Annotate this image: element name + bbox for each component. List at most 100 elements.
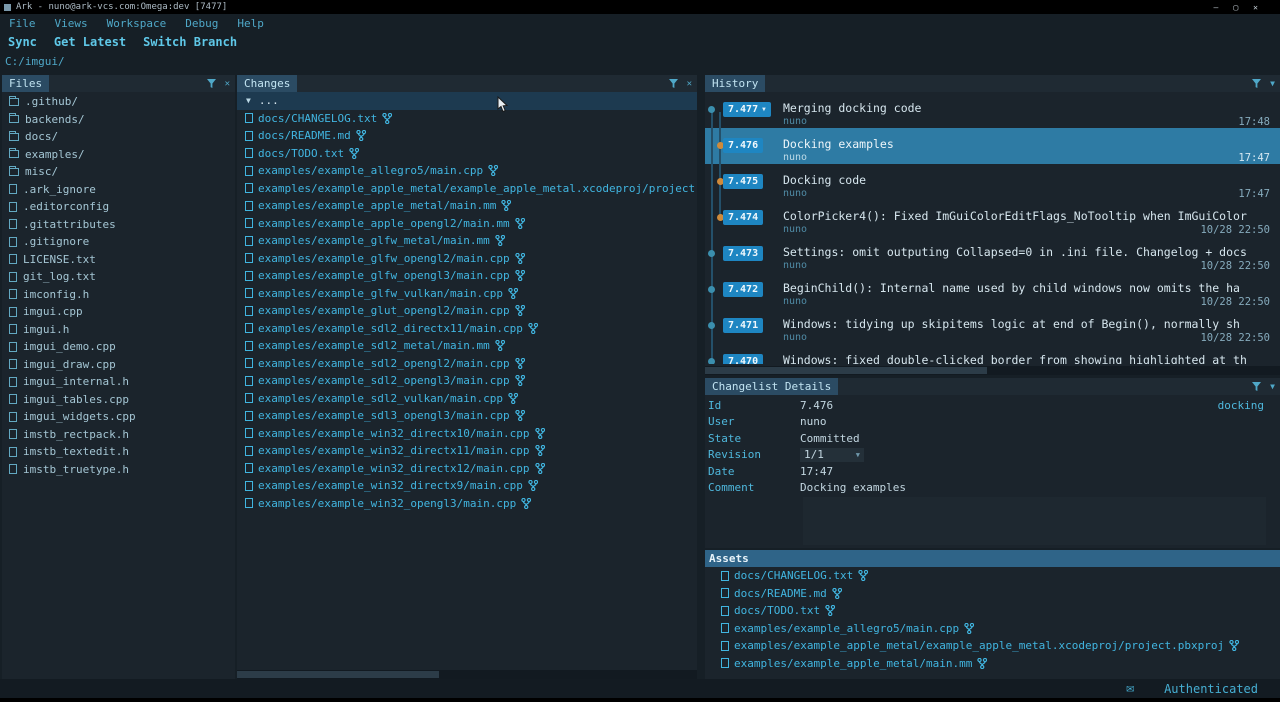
file-tree-item[interactable]: .github/ <box>2 93 235 111</box>
asset-row[interactable]: examples/example_apple_metal/example_app… <box>705 637 1280 655</box>
changed-file-row[interactable]: examples/example_sdl2_directx11/main.cpp <box>237 320 697 338</box>
changed-file-row[interactable]: examples/example_glut_opengl2/main.cpp <box>237 302 697 320</box>
file-tree-item[interactable]: imconfig.h <box>2 286 235 304</box>
menu-item-workspace[interactable]: Workspace <box>107 17 167 30</box>
changed-file-row[interactable]: examples/example_win32_directx10/main.cp… <box>237 425 697 443</box>
file-tree-item[interactable]: imstb_truetype.h <box>2 461 235 479</box>
chevron-down-icon[interactable]: ▼ <box>762 106 766 113</box>
close-icon[interactable]: ✕ <box>687 79 692 89</box>
history-row[interactable]: 7.476 Docking examples nuno 17:47 <box>705 128 1280 164</box>
changeset-badge[interactable]: 7.470 <box>723 354 763 364</box>
file-tree-item[interactable]: imgui_demo.cpp <box>2 338 235 356</box>
menu-item-help[interactable]: Help <box>237 17 264 30</box>
asset-row[interactable]: examples/example_allegro5/main.cpp <box>705 620 1280 638</box>
file-tree-item[interactable]: imgui.cpp <box>2 303 235 321</box>
changed-file-row[interactable]: examples/example_glfw_opengl3/main.cpp <box>237 267 697 285</box>
file-tree-item[interactable]: .editorconfig <box>2 198 235 216</box>
history-row[interactable]: 7.472 BeginChild(): Internal name used b… <box>705 272 1280 308</box>
changeset-badge[interactable]: 7.472 <box>723 282 763 297</box>
collapse-arrow-icon[interactable]: ▼ <box>246 96 251 105</box>
file-tree-item[interactable]: LICENSE.txt <box>2 251 235 269</box>
toolbar-get-latest[interactable]: Get Latest <box>54 35 126 49</box>
menu-item-views[interactable]: Views <box>55 17 88 30</box>
history-row[interactable]: 7.474 ColorPicker4(): Fixed ImGuiColorEd… <box>705 200 1280 236</box>
changed-file-row[interactable]: examples/example_apple_opengl2/main.mm <box>237 215 697 233</box>
history-row[interactable]: 7.473 Settings: omit outputing Collapsed… <box>705 236 1280 272</box>
revision-select[interactable]: 1/1▼ <box>800 448 864 462</box>
changed-file-row[interactable]: docs/README.md <box>237 127 697 145</box>
changed-file-row[interactable]: examples/example_sdl3_opengl3/main.cpp <box>237 407 697 425</box>
changed-file-row[interactable]: examples/example_sdl2_opengl2/main.cpp <box>237 355 697 373</box>
file-tree-item[interactable]: imgui_widgets.cpp <box>2 408 235 426</box>
filter-icon[interactable] <box>1252 79 1261 88</box>
asset-row[interactable]: docs/README.md <box>705 585 1280 603</box>
asset-row[interactable]: docs/TODO.txt <box>705 602 1280 620</box>
changeset-badge[interactable]: 7.476 <box>723 138 763 153</box>
chevron-down-icon[interactable]: ▼ <box>1270 382 1275 391</box>
file-tree-item[interactable]: imgui.h <box>2 321 235 339</box>
file-tree-item[interactable]: imgui_draw.cpp <box>2 356 235 374</box>
file-tree-item[interactable]: .gitattributes <box>2 216 235 234</box>
changed-file-row[interactable]: examples/example_win32_opengl3/main.cpp <box>237 495 697 513</box>
file-tree-item[interactable]: misc/ <box>2 163 235 181</box>
files-panel-title[interactable]: Files <box>2 75 49 92</box>
changed-file-row[interactable]: examples/example_glfw_metal/main.mm <box>237 232 697 250</box>
mail-icon[interactable]: ✉ <box>1126 681 1134 696</box>
file-tree-item[interactable]: imstb_rectpack.h <box>2 426 235 444</box>
changed-file-row[interactable]: examples/example_apple_metal/example_app… <box>237 180 697 198</box>
file-tree-item[interactable]: backends/ <box>2 111 235 129</box>
chevron-down-icon[interactable]: ▼ <box>856 451 860 459</box>
comment-box[interactable] <box>803 497 1266 545</box>
file-tree-item[interactable]: imgui_tables.cpp <box>2 391 235 409</box>
changes-panel-title[interactable]: Changes <box>237 75 297 92</box>
changed-file-row[interactable]: examples/example_sdl2_opengl3/main.cpp <box>237 372 697 390</box>
close-icon[interactable]: ✕ <box>225 79 230 89</box>
toolbar-sync[interactable]: Sync <box>8 35 37 49</box>
filter-icon[interactable] <box>669 79 678 88</box>
asset-row[interactable]: examples/example_apple_metal/main.mm <box>705 655 1280 673</box>
file-tree-item[interactable]: git_log.txt <box>2 268 235 286</box>
details-panel-title[interactable]: Changelist Details <box>705 378 838 395</box>
file-tree-item[interactable]: imgui_internal.h <box>2 373 235 391</box>
horizontal-scrollbar[interactable] <box>237 670 697 679</box>
toolbar-switch-branch[interactable]: Switch Branch <box>143 35 237 49</box>
history-panel-title[interactable]: History <box>705 75 765 92</box>
changes-root-row[interactable]: ▼ ... <box>237 92 697 110</box>
changeset-badge[interactable]: 7.475 <box>723 174 763 189</box>
history-row[interactable]: 7.475 Docking code nuno 17:47 <box>705 164 1280 200</box>
changed-file-row[interactable]: examples/example_apple_metal/main.mm <box>237 197 697 215</box>
changed-file-row[interactable]: examples/example_win32_directx9/main.cpp <box>237 477 697 495</box>
scrollbar-thumb[interactable] <box>237 671 439 678</box>
changeset-badge[interactable]: 7.471 <box>723 318 763 333</box>
menu-item-debug[interactable]: Debug <box>185 17 218 30</box>
file-tree-item[interactable]: docs/ <box>2 128 235 146</box>
changeset-badge[interactable]: 7.473 <box>723 246 763 261</box>
menu-item-file[interactable]: File <box>9 17 36 30</box>
changed-file-row[interactable]: docs/TODO.txt <box>237 145 697 163</box>
file-tree-item[interactable]: .gitignore <box>2 233 235 251</box>
assets-panel-header[interactable]: Assets <box>705 550 1280 567</box>
changeset-badge[interactable]: 7.477▼ <box>723 102 771 117</box>
filter-icon[interactable] <box>207 79 216 88</box>
close-icon[interactable]: ✕ <box>1253 3 1258 12</box>
asset-row[interactable]: docs/CHANGELOG.txt <box>705 567 1280 585</box>
history-row[interactable]: 7.470 Windows: fixed double-clicked bord… <box>705 344 1280 364</box>
changed-file-row[interactable]: examples/example_win32_directx12/main.cp… <box>237 460 697 478</box>
changed-file-row[interactable]: examples/example_glfw_vulkan/main.cpp <box>237 285 697 303</box>
changed-file-row[interactable]: examples/example_allegro5/main.cpp <box>237 162 697 180</box>
maximize-icon[interactable]: ▢ <box>1233 3 1238 12</box>
changed-file-row[interactable]: examples/example_sdl2_vulkan/main.cpp <box>237 390 697 408</box>
file-tree-item[interactable]: examples/ <box>2 146 235 164</box>
filter-icon[interactable] <box>1252 382 1261 391</box>
changed-file-row[interactable]: examples/example_win32_directx11/main.cp… <box>237 442 697 460</box>
file-tree-item[interactable]: imstb_textedit.h <box>2 443 235 461</box>
changeset-badge[interactable]: 7.474 <box>723 210 763 225</box>
changed-file-row[interactable]: examples/example_sdl2_metal/main.mm <box>237 337 697 355</box>
horizontal-scrollbar[interactable] <box>705 366 1280 375</box>
history-row[interactable]: 7.471 Windows: tidying up skipitems logi… <box>705 308 1280 344</box>
chevron-down-icon[interactable]: ▼ <box>1270 79 1275 88</box>
file-tree-item[interactable]: .ark_ignore <box>2 181 235 199</box>
minimize-icon[interactable]: — <box>1214 3 1219 12</box>
changed-file-row[interactable]: examples/example_glfw_opengl2/main.cpp <box>237 250 697 268</box>
scrollbar-thumb[interactable] <box>705 367 987 374</box>
